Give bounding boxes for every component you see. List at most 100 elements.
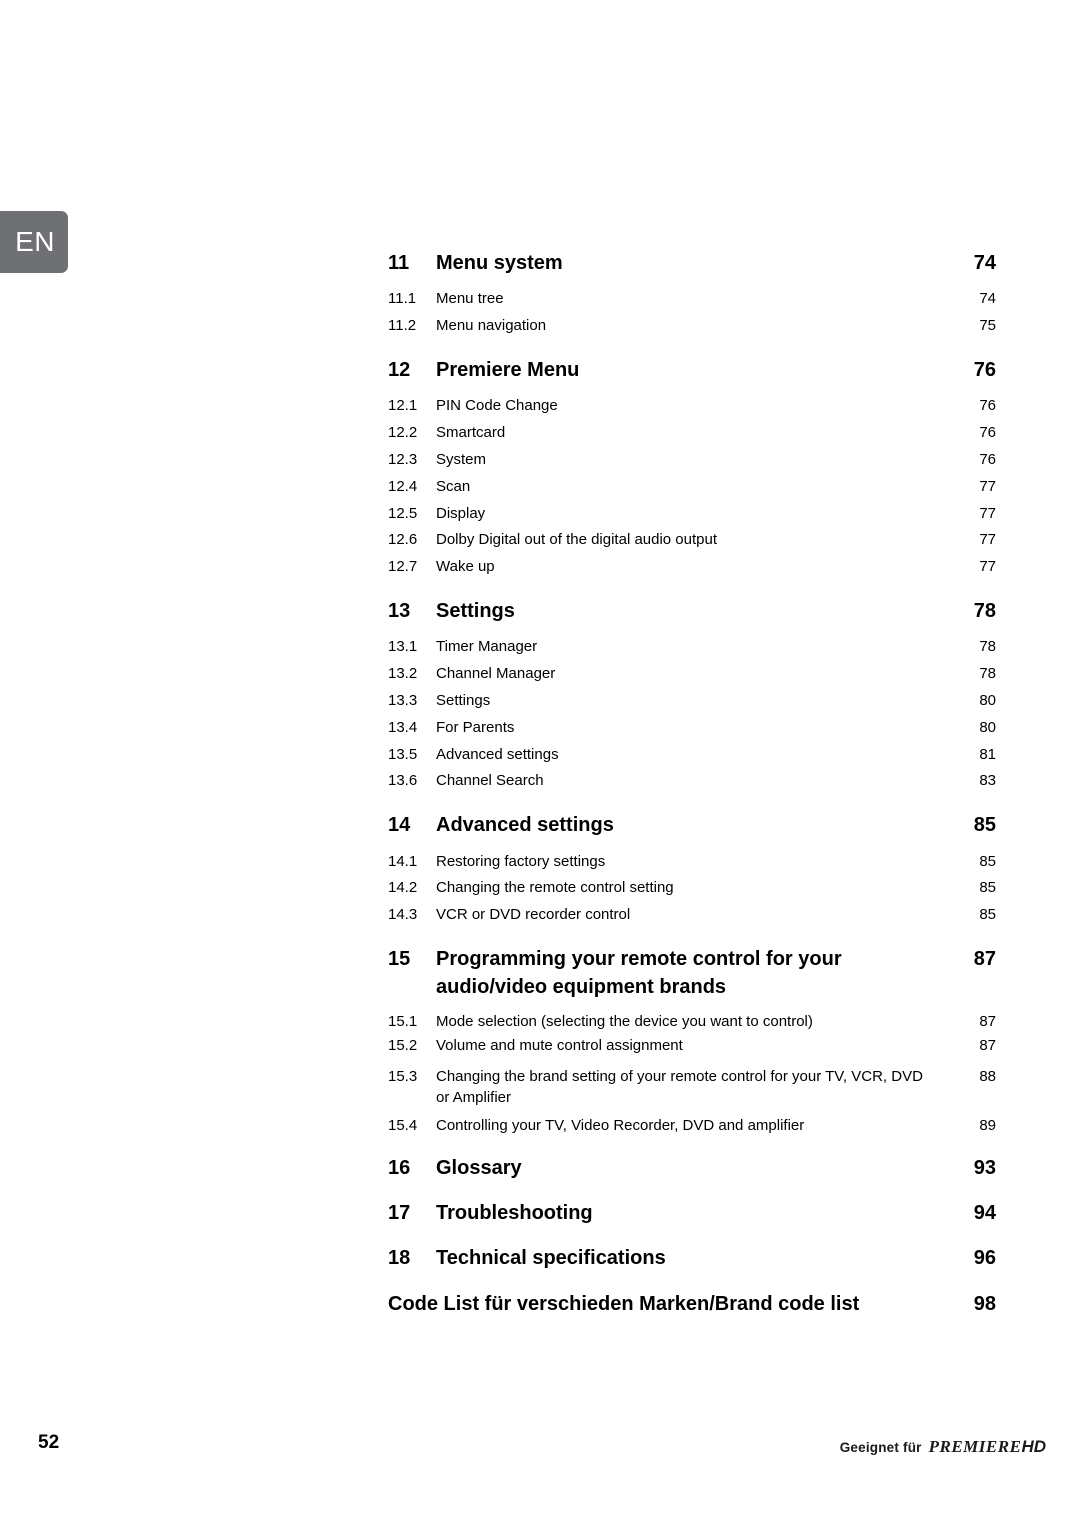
toc-chapter-row[interactable]: Code List für verschieden Marken/Brand c… [388, 1290, 996, 1318]
toc-entry-page: 96 [973, 1247, 996, 1270]
footer-brand-suffix: HD [1021, 1437, 1046, 1456]
toc-entry-page: 80 [979, 691, 996, 709]
toc-section-row[interactable]: 12.2 Smartcard 76 [388, 420, 996, 446]
footer-brand-prefix: Geeignet für [839, 1440, 922, 1455]
toc-entry-page: 77 [979, 558, 996, 576]
toc-entry-page: 75 [979, 317, 996, 335]
toc-section-row[interactable]: 12.5 Display 77 [388, 501, 996, 527]
toc-entry-number: 17 [388, 1202, 411, 1225]
toc-entry-page: 76 [973, 358, 996, 381]
toc-entry-title: Code List für verschieden Marken/Brand c… [388, 1292, 860, 1315]
toc-chapter-row[interactable]: 11 Menu system 74 [388, 249, 996, 277]
page-number: 52 [38, 1432, 60, 1453]
toc-entry-number: 12.5 [388, 504, 418, 522]
toc-entry-page: 81 [979, 745, 996, 763]
toc-section-row[interactable]: 13.6 Channel Search 83 [388, 768, 996, 794]
language-tab: EN [0, 211, 68, 273]
toc-entry-page: 77 [979, 504, 996, 522]
toc-entry-title: Channel Search [436, 772, 544, 790]
toc-entry-page: 78 [979, 665, 996, 683]
toc-entry-page: 94 [973, 1202, 996, 1225]
toc-entry-title: Scan [436, 477, 471, 495]
toc-entry-title: Glossary [436, 1156, 522, 1179]
toc-chapter-row[interactable]: 18 Technical specifications 96 [388, 1244, 996, 1272]
toc-section-row[interactable]: 13.3 Settings 80 [388, 688, 996, 714]
toc-section-row[interactable]: 14.3 VCR or DVD recorder control 85 [388, 902, 996, 928]
toc-entry-title: Display [436, 504, 486, 522]
toc-section-row[interactable]: 11.2 Menu navigation 75 [388, 313, 996, 339]
toc-entry-page: 85 [979, 852, 996, 870]
footer-brand: Geeignet für PREMIEREHD [840, 1437, 1046, 1457]
toc-section-row[interactable]: 15.1 Mode selection (selecting the device… [388, 1011, 996, 1032]
toc-entry-number: 11.1 [388, 290, 417, 308]
toc-entry-page: 87 [979, 1012, 996, 1030]
toc-entry-number: 14.2 [388, 879, 418, 897]
toc-entry-title: Menu tree [436, 290, 504, 308]
toc-chapter-row[interactable]: 12 Premiere Menu 76 [388, 356, 996, 384]
toc-section-row[interactable]: 14.2 Changing the remote control setting 8… [388, 875, 996, 901]
toc-entry-number: 12.3 [388, 450, 418, 468]
toc-section-row[interactable]: 12.6 Dolby Digital out of the digital aud… [388, 527, 996, 553]
toc-entry-number: 15.1 [388, 1012, 418, 1030]
toc-entry-number: 13 [388, 599, 411, 622]
toc-entry-number: 12 [388, 358, 411, 381]
toc-chapter-row[interactable]: 14 Advanced settings 85 [388, 811, 996, 839]
toc-entry-number: 13.3 [388, 691, 418, 709]
toc-entry-title: Timer Manager [436, 638, 538, 656]
toc-entry-title: Controlling your TV, Video Recorder, DVD… [436, 1117, 805, 1135]
toc-entry-number: 14 [388, 814, 411, 837]
toc-entry-number: 12.6 [388, 531, 418, 549]
toc-section-row[interactable]: 13.4 For Parents 80 [388, 715, 996, 741]
toc-entry-title: VCR or DVD recorder control [436, 906, 631, 924]
toc-entry-number: 15.3 [388, 1067, 418, 1085]
toc-entry-number: 14.3 [388, 906, 418, 924]
toc-section-row[interactable]: 15.2 Volume and mute control assignment 87 [388, 1033, 996, 1059]
toc-entry-number: 18 [388, 1247, 411, 1270]
toc-entry-number: 13.1 [388, 638, 418, 656]
toc-section-row[interactable]: 15.4 Controlling your TV, Video Recorder,… [388, 1115, 996, 1136]
toc-entry-page: 78 [979, 638, 996, 656]
toc-entry-number: 13.4 [388, 718, 418, 736]
toc-entry-number: 11.2 [388, 317, 417, 335]
toc-section-row[interactable]: 13.5 Advanced settings 81 [388, 742, 996, 768]
toc-entry-page: 88 [979, 1067, 996, 1085]
toc-entry-title: PIN Code Change [436, 397, 558, 415]
toc-entry-title: Advanced settings [436, 814, 614, 837]
toc-entry-number: 15.2 [388, 1036, 418, 1054]
toc-chapter-row[interactable]: 15 Programming your remote control for yo… [388, 945, 996, 1002]
toc-section-row[interactable]: 15.3 Changing the brand setting of your r… [388, 1066, 996, 1109]
toc-entry-title: Advanced settings [436, 745, 559, 763]
toc-entry-page: 85 [979, 879, 996, 897]
toc-entry-title: Wake up [436, 558, 495, 576]
toc-entry-title: Channel Manager [436, 665, 556, 683]
toc-section-row[interactable]: 12.3 System 76 [388, 447, 996, 473]
toc-section-row[interactable]: 13.1 Timer Manager 78 [388, 634, 996, 660]
toc-entry-number: 11 [388, 252, 410, 274]
toc-entry-number: 12.1 [388, 397, 418, 415]
toc-entry-page: 93 [973, 1156, 996, 1179]
toc-chapter-row[interactable]: 16 Glossary 93 [388, 1154, 996, 1182]
toc-entry-title: Smartcard [436, 424, 506, 442]
toc-entry-number: 16 [388, 1156, 411, 1179]
toc-chapter-row[interactable]: 13 Settings 78 [388, 597, 996, 625]
toc-section-row[interactable]: 12.4 Scan 77 [388, 474, 996, 500]
toc-entry-number: 15.4 [388, 1117, 418, 1135]
toc-section-row[interactable]: 11.1 Menu tree 74 [388, 286, 996, 312]
toc-section-row[interactable]: 12.1 PIN Code Change 76 [388, 393, 996, 419]
toc-entry-number: 12.2 [388, 424, 418, 442]
toc-entry-title: Menu navigation [436, 317, 547, 335]
toc-entry-page: 76 [979, 397, 996, 415]
language-tab-label: EN [15, 226, 55, 257]
toc-section-row[interactable]: 12.7 Wake up 77 [388, 554, 996, 580]
footer-brand-name: PREMIERE [928, 1437, 1022, 1456]
toc-entry-title: Restoring factory settings [436, 852, 606, 870]
toc-section-row[interactable]: 14.1 Restoring factory settings 85 [388, 849, 996, 875]
toc-section-row[interactable]: 13.2 Channel Manager 78 [388, 661, 996, 687]
toc-entry-title: Settings [436, 691, 491, 709]
toc-entry-title: Mode selection (selecting the device you… [436, 1012, 813, 1030]
toc-entry-title: Troubleshooting [436, 1202, 593, 1225]
toc-entry-title: Premiere Menu [436, 358, 580, 381]
toc-chapter-row[interactable]: 17 Troubleshooting 94 [388, 1199, 996, 1227]
toc-entry-title: Dolby Digital out of the digital audio o… [436, 531, 718, 549]
toc-entry-page: 76 [979, 450, 996, 468]
